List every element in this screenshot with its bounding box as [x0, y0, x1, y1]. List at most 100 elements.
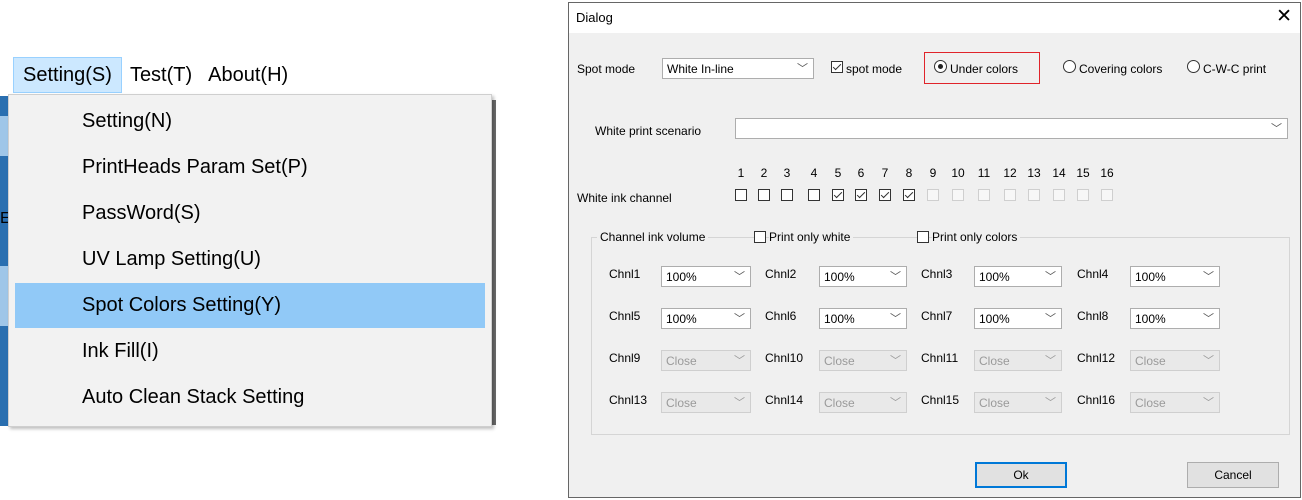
print-only-colors-checkbox[interactable]	[917, 231, 929, 243]
menu-item-uv-lamp-setting[interactable]: UV Lamp Setting(U)	[15, 237, 485, 282]
chevron-down-icon: ﹀	[1203, 313, 1214, 325]
chnl-value: Close	[666, 354, 697, 368]
chnl-label: Chnl5	[609, 309, 641, 323]
chnl-value: 100%	[1135, 270, 1166, 284]
white-ink-channel-7-checkbox[interactable]	[879, 189, 891, 201]
chnl6-volume-select[interactable]: 100% ﹀	[819, 308, 907, 329]
ok-button[interactable]: Ok	[975, 462, 1067, 488]
white-ink-channel-6-checkbox[interactable]	[855, 189, 867, 201]
app-edge-strip	[0, 266, 8, 326]
white-ink-channel-12-checkbox	[1004, 189, 1016, 201]
channel-number: 13	[1027, 166, 1041, 180]
chnl-value: 100%	[1135, 312, 1166, 326]
chnl-value: Close	[1135, 354, 1166, 368]
chnl-label: Chnl3	[921, 267, 953, 281]
chevron-down-icon: ﹀	[734, 271, 745, 283]
white-ink-channel-2-checkbox[interactable]	[758, 189, 770, 201]
cwc-print-radio[interactable]	[1187, 60, 1200, 73]
white-ink-channel-4-checkbox[interactable]	[808, 189, 820, 201]
chnl-value: 100%	[824, 312, 855, 326]
menu-item-ink-fill[interactable]: Ink Fill(I)	[15, 329, 485, 374]
chnl5-volume-select[interactable]: 100% ﹀	[661, 308, 751, 329]
chnl-label: Chnl6	[765, 309, 797, 323]
menu-about[interactable]: About(H)	[200, 57, 296, 93]
channel-number: 9	[929, 166, 937, 180]
menu-setting[interactable]: Setting(S)	[13, 57, 122, 93]
print-only-white-label: Print only white	[769, 230, 854, 244]
white-ink-channel-8-checkbox[interactable]	[903, 189, 915, 201]
spot-mode-checkbox[interactable]	[831, 61, 843, 73]
channel-number: 6	[857, 166, 865, 180]
chevron-down-icon: ﹀	[797, 63, 808, 75]
channel-number: 10	[951, 166, 965, 180]
chevron-down-icon: ﹀	[1045, 271, 1056, 283]
app-window-edge	[0, 96, 8, 426]
chnl11-volume-select: Close ﹀	[974, 350, 1062, 371]
chnl3-volume-select[interactable]: 100% ﹀	[974, 266, 1062, 287]
spot-mode-select[interactable]: White In-line ﹀	[662, 58, 814, 79]
spot-mode-checkbox-label: spot mode	[846, 62, 903, 76]
chnl4-volume-select[interactable]: 100% ﹀	[1130, 266, 1220, 287]
chnl2-volume-select[interactable]: 100% ﹀	[819, 266, 907, 287]
chnl13-volume-select: Close ﹀	[661, 392, 751, 413]
channel-number: 16	[1100, 166, 1114, 180]
menu-test[interactable]: Test(T)	[122, 57, 200, 93]
dialog-title-bar: Dialog ✕	[569, 3, 1300, 33]
close-icon[interactable]: ✕	[1276, 7, 1292, 27]
chevron-down-icon: ﹀	[1203, 355, 1214, 367]
menu-bar: Setting(S) Test(T) About(H)	[13, 57, 296, 93]
white-ink-channel-5-checkbox[interactable]	[832, 189, 844, 201]
menu-item-password[interactable]: PassWord(S)	[15, 191, 485, 236]
app-edge-strip	[0, 116, 8, 156]
chevron-down-icon: ﹀	[1045, 313, 1056, 325]
chnl1-volume-select[interactable]: 100% ﹀	[661, 266, 751, 287]
chevron-down-icon: ﹀	[890, 355, 901, 367]
menu-item-spot-colors-setting[interactable]: Spot Colors Setting(Y)	[15, 283, 485, 328]
menu-item-setting[interactable]: Setting(N)	[15, 99, 485, 144]
chevron-down-icon: ﹀	[890, 397, 901, 409]
print-only-white-checkbox[interactable]	[754, 231, 766, 243]
menu-item-auto-clean-stack-setting[interactable]: Auto Clean Stack Setting	[15, 375, 485, 420]
chnl8-volume-select[interactable]: 100% ﹀	[1130, 308, 1220, 329]
menu-item-label: Ink Fill(I)	[82, 340, 159, 362]
menu-item-printheads-param-set[interactable]: PrintHeads Param Set(P)	[15, 145, 485, 190]
spot-mode-label: Spot mode	[577, 62, 636, 76]
cancel-button[interactable]: Cancel	[1187, 462, 1279, 488]
white-ink-channel-10-checkbox	[952, 189, 964, 201]
channel-number: 4	[810, 166, 818, 180]
spot-colors-dialog: Dialog ✕ Spot mode White In-line ﹀ spot …	[568, 2, 1301, 498]
under-colors-label: Under colors	[950, 62, 1019, 76]
chnl-value: Close	[979, 396, 1010, 410]
covering-colors-radio[interactable]	[1063, 60, 1076, 73]
white-ink-channel-16-checkbox	[1101, 189, 1113, 201]
white-print-scenario-label: White print scenario	[595, 124, 702, 138]
chnl-value: Close	[824, 354, 855, 368]
chnl-label: Chnl14	[765, 393, 804, 407]
chevron-down-icon: ﹀	[890, 271, 901, 283]
white-ink-channel-15-checkbox	[1077, 189, 1089, 201]
channel-number: 8	[905, 166, 913, 180]
white-print-scenario-select[interactable]: ﹀	[735, 118, 1288, 139]
chnl15-volume-select: Close ﹀	[974, 392, 1062, 413]
channel-number: 15	[1076, 166, 1090, 180]
white-ink-channel-13-checkbox	[1028, 189, 1040, 201]
setting-dropdown-menu: Setting(N) PrintHeads Param Set(P) PassW…	[8, 94, 492, 427]
white-ink-channel-3-checkbox[interactable]	[781, 189, 793, 201]
chevron-down-icon: ﹀	[1045, 397, 1056, 409]
under-colors-radio[interactable]	[934, 60, 947, 73]
chevron-down-icon: ﹀	[890, 313, 901, 325]
channel-number: 7	[881, 166, 889, 180]
chnl-label: Chnl11	[921, 351, 959, 365]
chnl7-volume-select[interactable]: 100% ﹀	[974, 308, 1062, 329]
chevron-down-icon: ﹀	[1203, 397, 1214, 409]
channel-number: 12	[1003, 166, 1017, 180]
menu-item-label: Spot Colors Setting(Y)	[82, 294, 281, 316]
cwc-print-label: C-W-C print	[1203, 62, 1267, 76]
white-ink-channel-1-checkbox[interactable]	[735, 189, 747, 201]
chnl-label: Chnl15	[921, 393, 960, 407]
chnl-label: Chnl7	[921, 309, 953, 323]
menu-item-label: PassWord(S)	[82, 202, 201, 224]
white-ink-channel-9-checkbox	[927, 189, 939, 201]
dialog-title: Dialog	[576, 10, 613, 25]
chevron-down-icon: ﹀	[1271, 123, 1282, 135]
